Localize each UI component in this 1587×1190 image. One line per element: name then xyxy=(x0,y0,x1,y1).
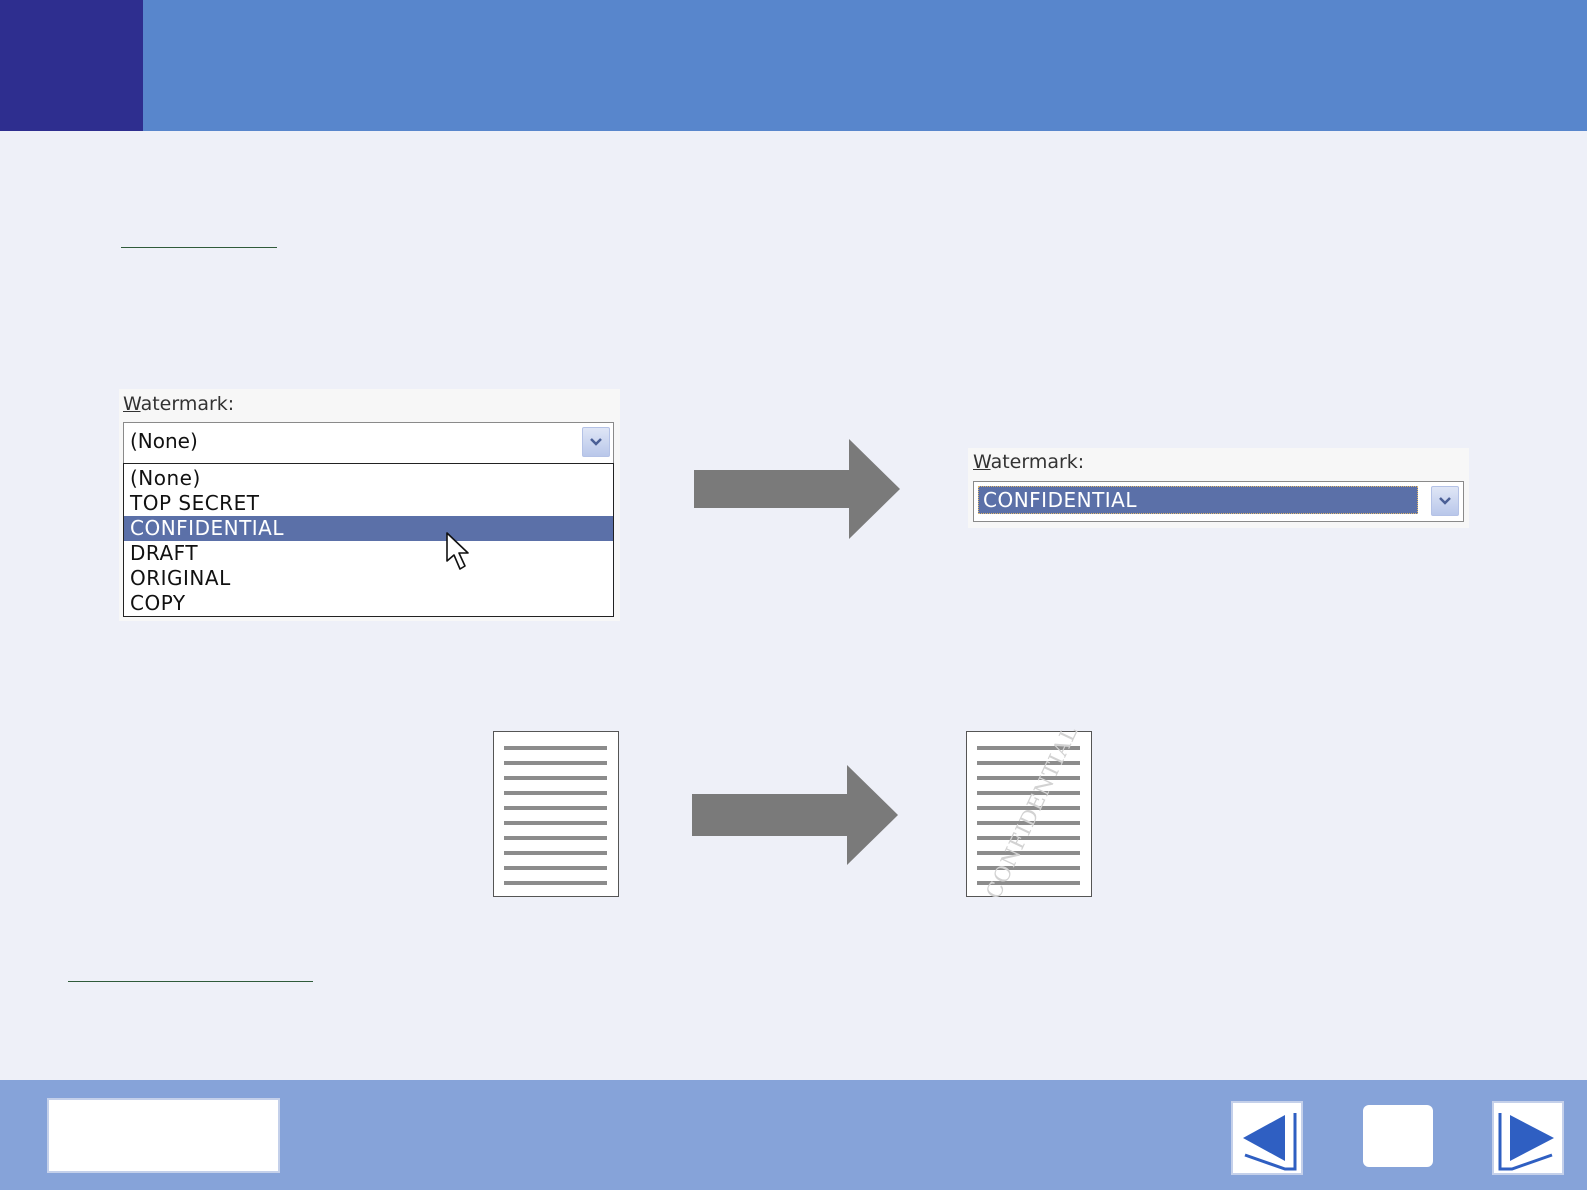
option-original[interactable]: ORIGINAL xyxy=(124,566,613,591)
header-corner-block xyxy=(0,0,143,131)
dropdown-button-after[interactable] xyxy=(1431,486,1459,516)
option-none[interactable]: (None) xyxy=(124,466,613,491)
option-top-secret[interactable]: TOP SECRET xyxy=(124,491,613,516)
home-button[interactable] xyxy=(1363,1105,1433,1167)
previous-page-button[interactable] xyxy=(1231,1101,1303,1175)
underlined-link-bottom[interactable] xyxy=(68,981,313,982)
watermark-select-before[interactable]: (None) xyxy=(123,422,614,464)
watermark-label-after: Watermark: xyxy=(973,451,1085,473)
page-preview-watermarked: CONFIDENTIAL xyxy=(966,722,1092,902)
dropdown-button[interactable] xyxy=(582,427,610,457)
right-arrow-icon xyxy=(694,439,900,539)
next-page-button[interactable] xyxy=(1492,1101,1564,1175)
watermark-options-list[interactable]: (None) TOP SECRET CONFIDENTIAL DRAFT ORI… xyxy=(123,463,614,617)
chevron-down-icon xyxy=(590,438,602,446)
header-bar xyxy=(0,0,1587,131)
option-copy[interactable]: COPY xyxy=(124,591,613,616)
chevron-down-icon xyxy=(1439,497,1451,505)
watermark-select-value: (None) xyxy=(130,429,198,453)
watermark-select-value-after: CONFIDENTIAL xyxy=(978,486,1418,514)
triangle-left-icon xyxy=(1243,1113,1297,1171)
contents-button[interactable] xyxy=(47,1098,280,1173)
watermark-select-after[interactable]: CONFIDENTIAL xyxy=(973,481,1464,522)
option-confidential[interactable]: CONFIDENTIAL xyxy=(124,516,613,541)
option-draft[interactable]: DRAFT xyxy=(124,541,613,566)
triangle-right-icon xyxy=(1498,1113,1554,1171)
watermark-label-before: Watermark: xyxy=(123,393,235,415)
mouse-pointer-icon xyxy=(446,532,469,570)
page-preview-plain xyxy=(493,731,619,897)
underlined-link[interactable] xyxy=(121,247,277,248)
right-arrow-icon xyxy=(692,765,898,865)
